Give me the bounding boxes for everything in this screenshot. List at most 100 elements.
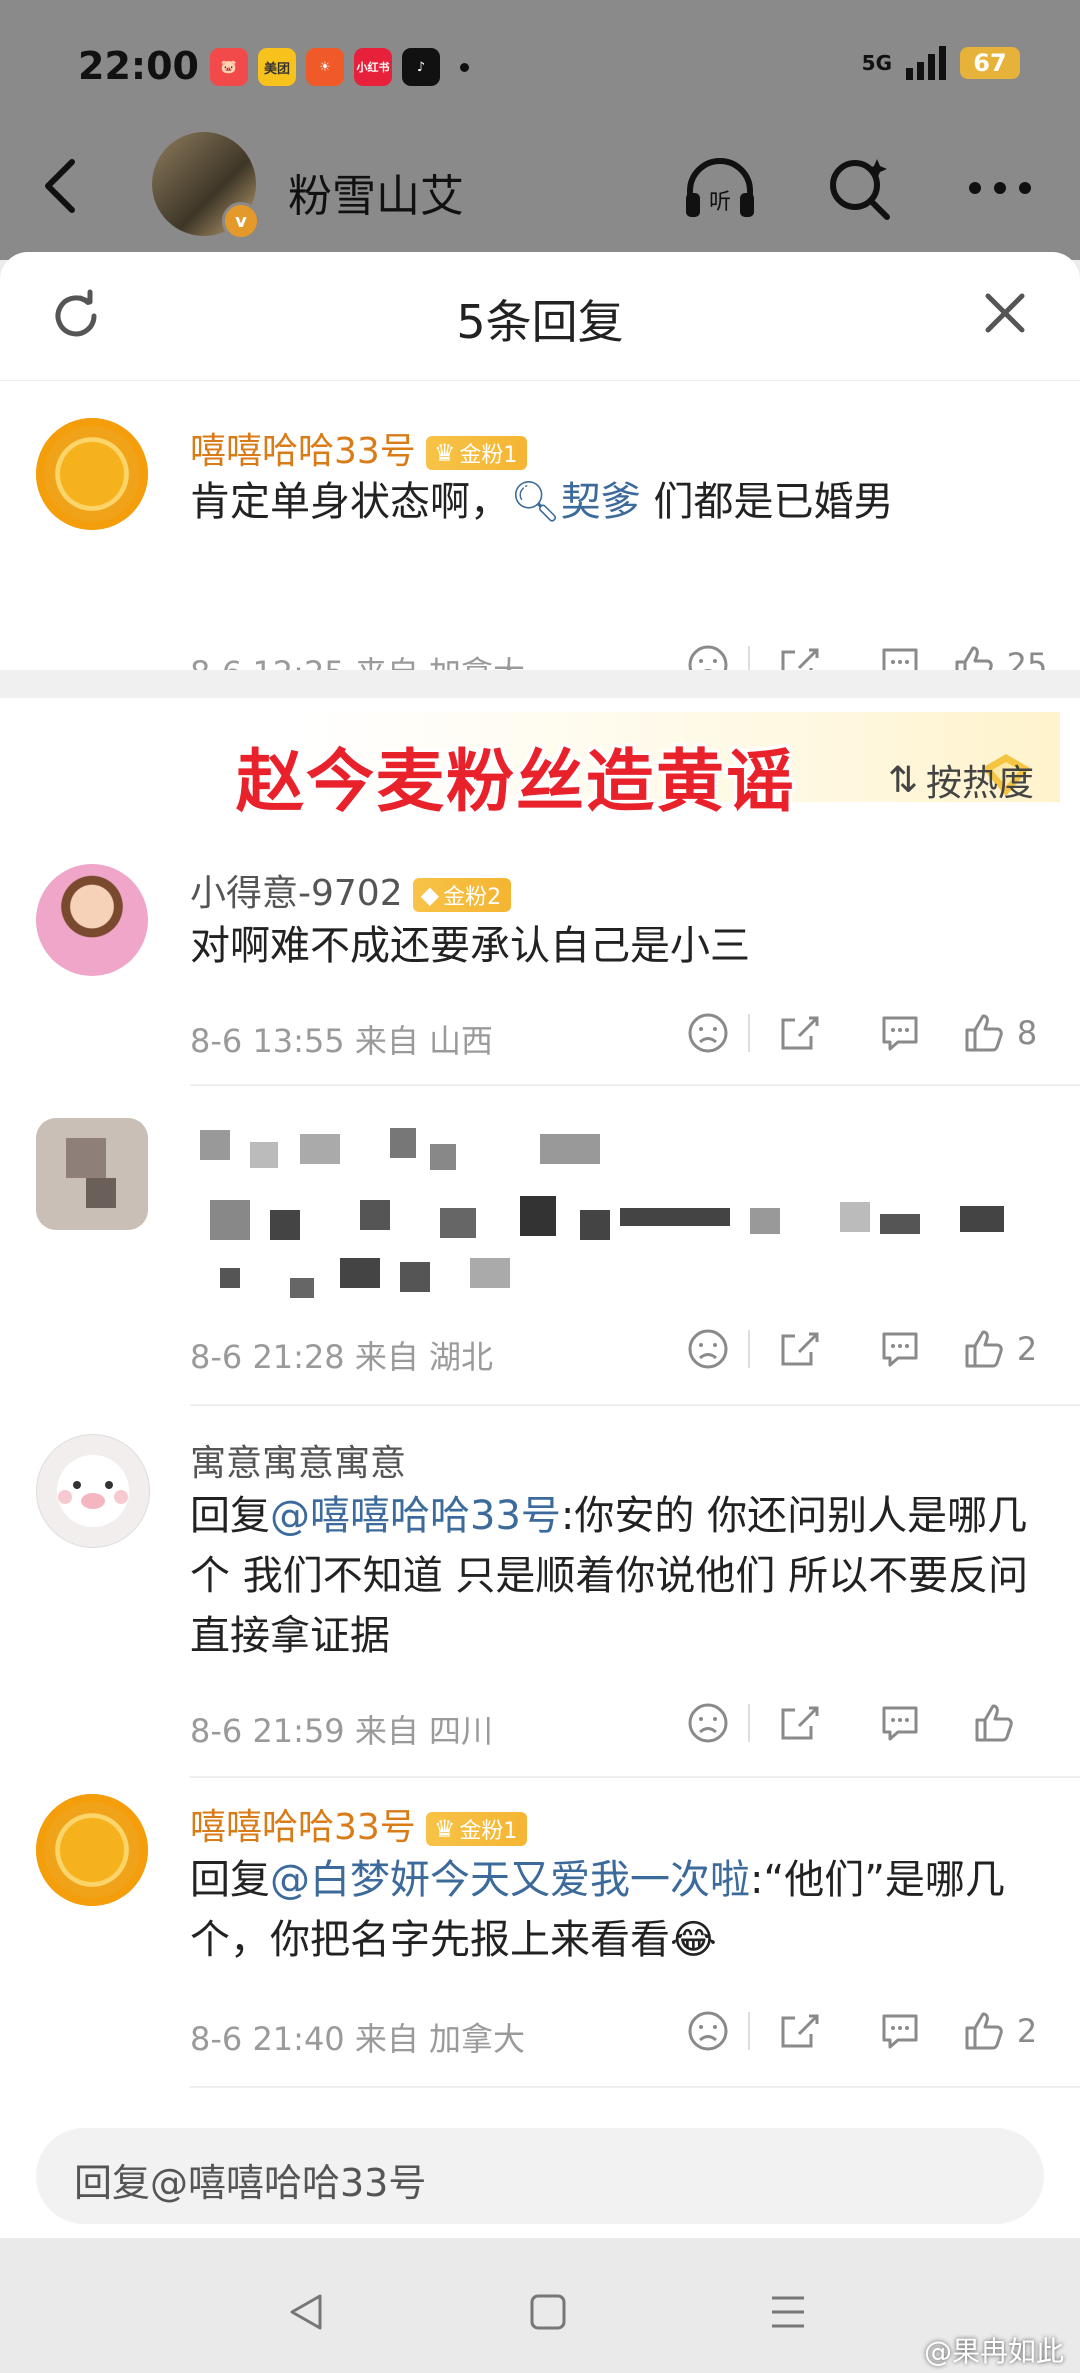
sort-icon: ⇅: [887, 759, 918, 801]
thumbs-up-icon: [965, 1330, 1003, 1368]
battery-icon: 67: [960, 47, 1020, 79]
svg-text:听: 听: [709, 190, 731, 215]
nav-home-icon[interactable]: [526, 2290, 570, 2338]
like-button[interactable]: 8: [950, 1012, 1050, 1054]
like-count: 8: [1016, 1014, 1038, 1052]
status-time: 22:00: [78, 44, 199, 88]
reply-text: 回复@嘻嘻哈哈33号:你安的 你还问别人是哪几个 我们不知道 只是顺着你说他们 …: [190, 1486, 1050, 1666]
topic-link[interactable]: 🔍︎契爹: [510, 479, 641, 525]
replies-panel: 5条回复 嘻嘻哈哈33号♛金粉1 肯定单身状态啊，🔍︎契爹 们都是已婚男 8-6…: [0, 252, 1080, 2373]
reply-item: 嘻嘻哈哈33号 ♛ 金粉1 回复@白梦妍今天又爱我一次啦:“他们”是哪几个，你把名字…: [0, 1786, 1080, 2146]
nav-back-icon[interactable]: [284, 2290, 328, 2338]
mention-link[interactable]: @白梦妍今天又爱我一次啦: [270, 1857, 750, 1903]
comment-timestamp: 8-6 13:55 来自 山西: [190, 1022, 494, 1060]
commenter-name-text: 嘻嘻哈哈33号: [190, 431, 416, 472]
share-icon[interactable]: [750, 2010, 850, 2052]
nav-menu-icon[interactable]: [766, 2290, 810, 2338]
comment-meta: 8-6 21:28 来自 湖北 2: [190, 1328, 1050, 1376]
share-icon[interactable]: [750, 1012, 850, 1054]
notification-dot-icon: [460, 62, 469, 72]
sort-toggle[interactable]: ⇅ 按热度: [888, 754, 1034, 806]
commenter-avatar[interactable]: [36, 864, 148, 976]
comment-icon[interactable]: [850, 1702, 950, 1744]
sort-label: 按热度: [925, 763, 1034, 804]
fan-badge-icon: ◆: [420, 881, 440, 909]
dislike-icon[interactable]: [668, 1702, 748, 1744]
like-button[interactable]: 2: [950, 2010, 1050, 2052]
more-icon[interactable]: [960, 148, 1040, 228]
crown-icon: ♛: [433, 439, 456, 467]
network-type: 5G: [861, 51, 892, 75]
reply-divider: [190, 1084, 1080, 1086]
comment-text: 肯定单身状态啊，🔍︎契爹 们都是已婚男: [190, 472, 1050, 532]
reply-text: 对啊难不成还要承认自己是小三: [190, 923, 750, 969]
share-icon[interactable]: [750, 1328, 850, 1370]
search-icon[interactable]: [820, 148, 900, 228]
like-button[interactable]: 2: [950, 1328, 1050, 1370]
listen-icon[interactable]: 听: [680, 148, 760, 228]
commenter-avatar[interactable]: [36, 1434, 150, 1548]
thumbs-up-icon: [965, 2012, 1003, 2050]
dislike-icon[interactable]: [668, 2010, 748, 2052]
system-nav-bar: [0, 2238, 1080, 2373]
comment-icon[interactable]: [850, 1012, 950, 1054]
comment-meta: 8-6 13:55 来自 山西 8: [190, 1012, 1050, 1060]
crown-icon: ♛: [433, 1815, 456, 1843]
tiktok-app-icon: ♪: [402, 48, 440, 86]
signal-bars-icon: [906, 46, 946, 80]
pig-app-icon: 🐷: [210, 48, 248, 86]
share-icon[interactable]: [750, 1702, 850, 1744]
reply-divider: [190, 1776, 1080, 1778]
fan-badge-label: 金粉1: [459, 443, 518, 468]
commenter-name[interactable]: 寓意寓意寓意: [190, 1434, 406, 1486]
battery-level: 67: [973, 49, 1007, 77]
commenter-avatar[interactable]: [36, 418, 148, 530]
commenter-name-text: 嘻嘻哈哈33号: [190, 1807, 416, 1848]
pig-avatar-icon: [58, 1481, 128, 1509]
comment-icon[interactable]: [850, 2010, 950, 2052]
dislike-icon[interactable]: [668, 1328, 748, 1370]
back-icon[interactable]: [40, 156, 80, 226]
fan-badge-label: 金粉2: [443, 885, 502, 910]
reply-item: 8-6 21:28 来自 湖北 2: [0, 1118, 1080, 1438]
fan-badge: ◆ 金粉2: [412, 878, 512, 912]
thumbs-up-icon: [965, 1014, 1003, 1052]
status-app-icons: 🐷 美团 ☀ 小红书 ♪: [210, 48, 469, 86]
comment-timestamp: 8-6 21:40 来自 加拿大: [190, 2020, 526, 2058]
orange-app-icon: ☀: [306, 48, 344, 86]
comment-icon[interactable]: [850, 1328, 950, 1370]
commenter-name[interactable]: 小得意-9702 ◆ 金粉2: [190, 864, 512, 916]
reply-prefix: 回复: [190, 1493, 270, 1539]
fan-badge-label: 金粉1: [459, 1819, 518, 1844]
fan-badge: ♛ 金粉1: [425, 436, 528, 470]
commenter-name[interactable]: 嘻嘻哈哈33号 ♛ 金粉1: [190, 422, 528, 474]
panel-header: 5条回复: [0, 252, 1080, 381]
topic-label: 契爹: [560, 479, 641, 525]
reply-divider: [190, 1404, 1080, 1406]
commenter-avatar[interactable]: [36, 1794, 148, 1906]
pixelated-avatar[interactable]: [36, 1118, 148, 1230]
comment-meta: 8-6 21:59 来自 四川: [190, 1702, 1050, 1750]
fan-badge: ♛ 金粉1: [425, 1812, 528, 1846]
meituan-app-icon: 美团: [258, 48, 296, 86]
mention-link[interactable]: @嘻嘻哈哈33号: [270, 1493, 561, 1539]
reply-item: 寓意寓意寓意 回复@嘻嘻哈哈33号:你安的 你还问别人是哪几个 我们不知道 只是…: [0, 1422, 1080, 1802]
reply-prefix: 回复: [190, 1857, 270, 1903]
section-gap: [0, 670, 1080, 698]
close-icon[interactable]: [980, 288, 1030, 342]
panel-title: 5条回复: [456, 295, 624, 349]
comment-meta: 8-6 21:40 来自 加拿大 2: [190, 2010, 1050, 2058]
thumbs-up-icon: [975, 1704, 1013, 1742]
comment-timestamp: 8-6 21:59 来自 四川: [190, 1712, 494, 1750]
reply-item: 小得意-9702 ◆ 金粉2 对啊难不成还要承认自己是小三 8-6 13:55 来自…: [0, 852, 1080, 1152]
watermark: @果冉如此: [923, 2335, 1064, 2368]
reply-text: 回复@白梦妍今天又爱我一次啦:“他们”是哪几个，你把名字先报上来看看😂: [190, 1850, 1050, 1970]
comment-text-part: 肯定单身状态啊，: [190, 479, 510, 525]
dislike-icon[interactable]: [668, 1012, 748, 1054]
reply-input[interactable]: 回复@嘻嘻哈哈33号: [36, 2128, 1044, 2224]
overlay-caption: 赵今麦粉丝造黄谣: [236, 743, 797, 822]
commenter-name[interactable]: 嘻嘻哈哈33号 ♛ 金粉1: [190, 1798, 528, 1850]
like-button[interactable]: [950, 1702, 1050, 1744]
profile-username[interactable]: 粉雪山艾: [288, 160, 464, 224]
topic-search-icon: 🔍︎: [510, 479, 561, 525]
